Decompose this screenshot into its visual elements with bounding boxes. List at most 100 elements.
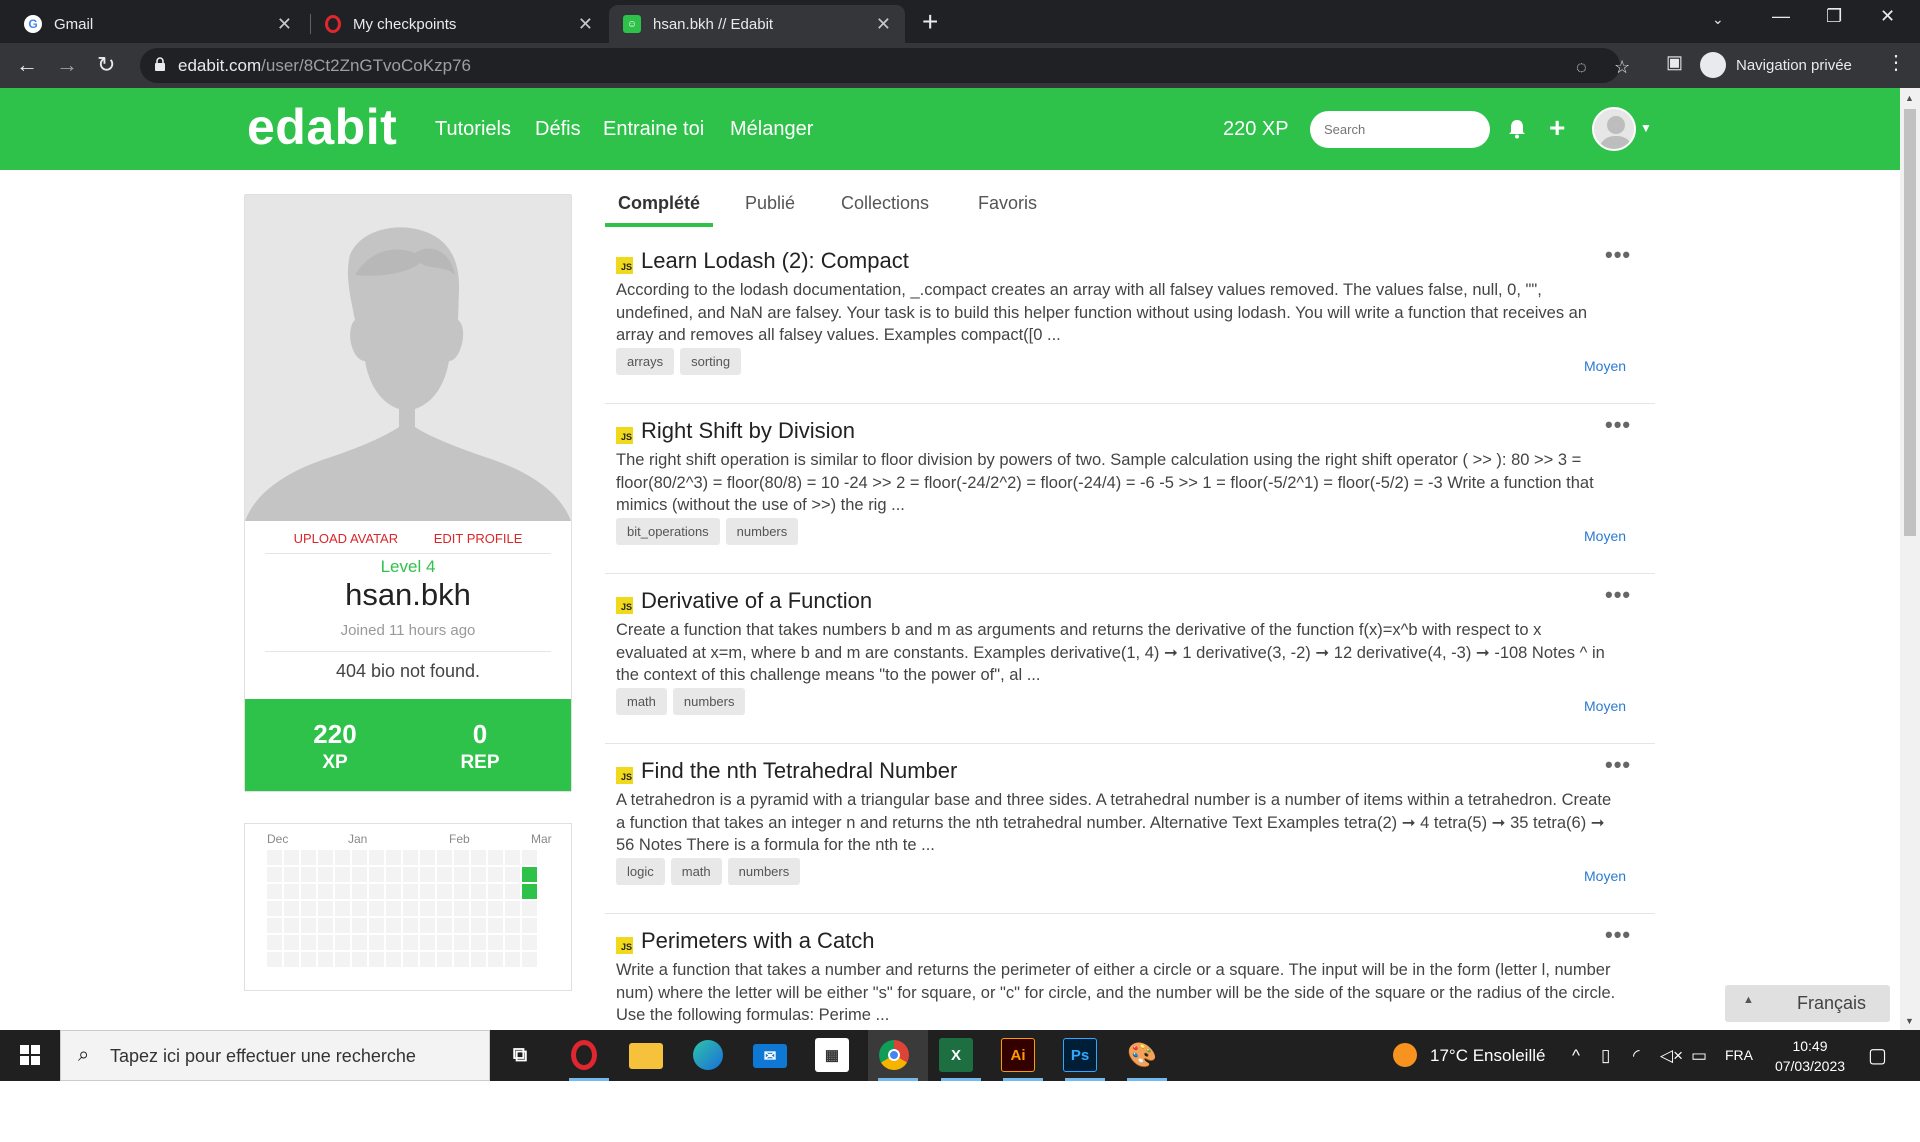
tag-chip[interactable]: bit_operations xyxy=(616,518,720,545)
challenge-card[interactable]: JS Derivative of a Function ••• Create a fu… xyxy=(605,574,1655,744)
incognito-indicator[interactable]: Navigation privée xyxy=(1700,49,1852,81)
challenge-title[interactable]: Derivative of a Function xyxy=(641,588,872,614)
difficulty-label: Moyen xyxy=(1584,698,1627,714)
close-tab-icon[interactable]: ✕ xyxy=(876,14,891,35)
notification-center-icon[interactable]: ▢ xyxy=(1868,1043,1887,1068)
reload-icon[interactable]: ↻ xyxy=(97,52,115,78)
challenge-title[interactable]: Perimeters with a Catch xyxy=(641,928,875,954)
tag-chip[interactable]: numbers xyxy=(725,518,799,545)
more-options-icon[interactable]: ••• xyxy=(1605,922,1631,948)
tag-chip[interactable]: math xyxy=(616,688,667,715)
heatmap-day-cell xyxy=(403,901,418,916)
tag-chip[interactable]: logic xyxy=(616,858,665,885)
tag-chip[interactable]: numbers xyxy=(672,688,746,715)
windows-start-icon[interactable] xyxy=(20,1045,40,1065)
nav-entraine-toi[interactable]: Entraine toi xyxy=(603,118,704,141)
tab-complete[interactable]: Complété xyxy=(618,193,700,214)
avatar-silhouette-icon xyxy=(1598,116,1634,149)
task-view-icon[interactable]: ⧉ xyxy=(503,1038,537,1072)
close-tab-icon[interactable]: ✕ xyxy=(277,14,292,35)
add-challenge-icon[interactable]: + xyxy=(1549,112,1565,144)
more-options-icon[interactable]: ••• xyxy=(1605,752,1631,778)
tab-title: Gmail xyxy=(54,15,94,33)
heatmap-day-cell xyxy=(301,952,316,967)
nav-melanger[interactable]: Mélanger xyxy=(730,118,813,141)
weather-text[interactable]: 17°C Ensoleillé xyxy=(1430,1046,1545,1066)
tag-chip[interactable]: math xyxy=(670,858,722,885)
heatmap-day-cell xyxy=(352,867,367,882)
new-tab-button[interactable]: + xyxy=(922,6,938,38)
challenge-card[interactable]: JS Right Shift by Division ••• The right sh… xyxy=(605,404,1655,574)
tab-gmail[interactable]: G Gmail ✕ xyxy=(10,5,306,43)
challenge-card[interactable]: JS Learn Lodash (2): Compact ••• According … xyxy=(605,234,1655,404)
store-icon[interactable]: ▦ xyxy=(815,1038,849,1072)
opera-app-icon[interactable] xyxy=(567,1038,601,1072)
network-icon[interactable]: ◜ xyxy=(1633,1046,1640,1066)
chrome-icon[interactable] xyxy=(877,1038,911,1072)
challenge-tags: arrays sorting xyxy=(616,348,747,375)
scrollbar-thumb[interactable] xyxy=(1904,109,1916,536)
weather-sun-icon[interactable] xyxy=(1393,1043,1417,1072)
page-scrollbar[interactable]: ▲ ▼ xyxy=(1900,88,1920,1030)
input-language[interactable]: FRA xyxy=(1725,1047,1753,1063)
window-close-icon[interactable]: ✕ xyxy=(1880,6,1895,27)
tag-chip[interactable]: numbers xyxy=(727,858,801,885)
tab-search-icon[interactable]: ⌄ xyxy=(1712,11,1724,28)
user-menu-caret-icon[interactable]: ▼ xyxy=(1640,121,1652,135)
challenge-title[interactable]: Learn Lodash (2): Compact xyxy=(641,248,909,274)
challenge-title[interactable]: Find the nth Tetrahedral Number xyxy=(641,758,957,784)
edit-profile-link[interactable]: EDIT PROFILE xyxy=(434,531,523,546)
browser-menu-icon[interactable]: ⋮ xyxy=(1886,50,1906,75)
volume-muted-icon[interactable]: ◁× xyxy=(1660,1046,1683,1066)
tracking-protection-icon[interactable]: ◌ xyxy=(1576,57,1587,78)
address-bar[interactable]: edabit.com/user/8Ct2ZnGTvoCoKzp76 ◌ ☆ xyxy=(140,48,1630,83)
more-options-icon[interactable]: ••• xyxy=(1605,242,1631,268)
heatmap-day-cell xyxy=(488,935,503,950)
system-clock[interactable]: 10:49 07/03/2023 xyxy=(1760,1036,1860,1076)
battery-icon[interactable]: ▭ xyxy=(1691,1046,1707,1066)
back-icon[interactable]: ← xyxy=(16,52,38,78)
tab-favoris[interactable]: Favoris xyxy=(978,193,1037,214)
challenge-title[interactable]: Right Shift by Division xyxy=(641,418,855,444)
nav-defis[interactable]: Défis xyxy=(535,118,581,141)
upload-avatar-link[interactable]: UPLOAD AVATAR xyxy=(294,531,399,546)
search-input[interactable] xyxy=(1310,111,1490,148)
heatmap-day-cell xyxy=(386,867,401,882)
mail-icon[interactable]: ✉ xyxy=(753,1044,787,1068)
device-icon[interactable]: ▯ xyxy=(1601,1046,1610,1066)
more-options-icon[interactable]: ••• xyxy=(1605,582,1631,608)
tag-chip[interactable]: sorting xyxy=(680,348,742,375)
user-avatar[interactable] xyxy=(1592,107,1636,151)
paint-icon[interactable]: 🎨 xyxy=(1125,1038,1159,1072)
photoshop-icon[interactable]: Ps xyxy=(1063,1038,1097,1072)
heatmap-day-cell xyxy=(403,935,418,950)
scroll-up-icon[interactable]: ▲ xyxy=(1905,93,1914,103)
restore-icon[interactable]: ❐ xyxy=(1826,6,1842,27)
tag-chip[interactable]: arrays xyxy=(616,348,675,375)
taskbar-search-box[interactable]: ⌕ Tapez ici pour effectuer une recherche xyxy=(60,1030,490,1081)
heatmap-day-cell xyxy=(335,884,350,899)
challenge-card[interactable]: JS Perimeters with a Catch ••• Write a func… xyxy=(605,914,1655,1030)
side-panel-icon[interactable]: ▣ xyxy=(1666,52,1683,73)
notification-bell-icon[interactable] xyxy=(1508,119,1526,139)
challenge-card[interactable]: JS Find the nth Tetrahedral Number ••• A te… xyxy=(605,744,1655,914)
tray-overflow-icon[interactable]: ^ xyxy=(1572,1046,1580,1066)
tab-my-checkpoints[interactable]: My checkpoints ✕ xyxy=(311,5,607,43)
illustrator-icon[interactable]: Ai xyxy=(1001,1038,1035,1072)
scroll-down-icon[interactable]: ▼ xyxy=(1905,1016,1914,1026)
bookmark-star-icon[interactable]: ☆ xyxy=(1614,57,1630,78)
minimize-icon[interactable]: — xyxy=(1772,6,1790,27)
heatmap-day-cell xyxy=(284,935,299,950)
nav-tutoriels[interactable]: Tutoriels xyxy=(435,118,511,141)
tab-collections[interactable]: Collections xyxy=(841,193,929,214)
forward-icon[interactable]: → xyxy=(56,52,78,78)
tab-edabit[interactable]: ☺ hsan.bkh // Edabit ✕ xyxy=(609,5,905,43)
file-explorer-icon[interactable] xyxy=(629,1043,663,1069)
edabit-logo[interactable]: edabit xyxy=(247,98,397,156)
language-selector[interactable]: ▲ Français xyxy=(1725,985,1890,1022)
excel-icon[interactable]: X xyxy=(939,1038,973,1072)
tab-publie[interactable]: Publié xyxy=(745,193,795,214)
close-tab-icon[interactable]: ✕ xyxy=(578,14,593,35)
edge-icon[interactable] xyxy=(691,1038,725,1072)
more-options-icon[interactable]: ••• xyxy=(1605,412,1631,438)
